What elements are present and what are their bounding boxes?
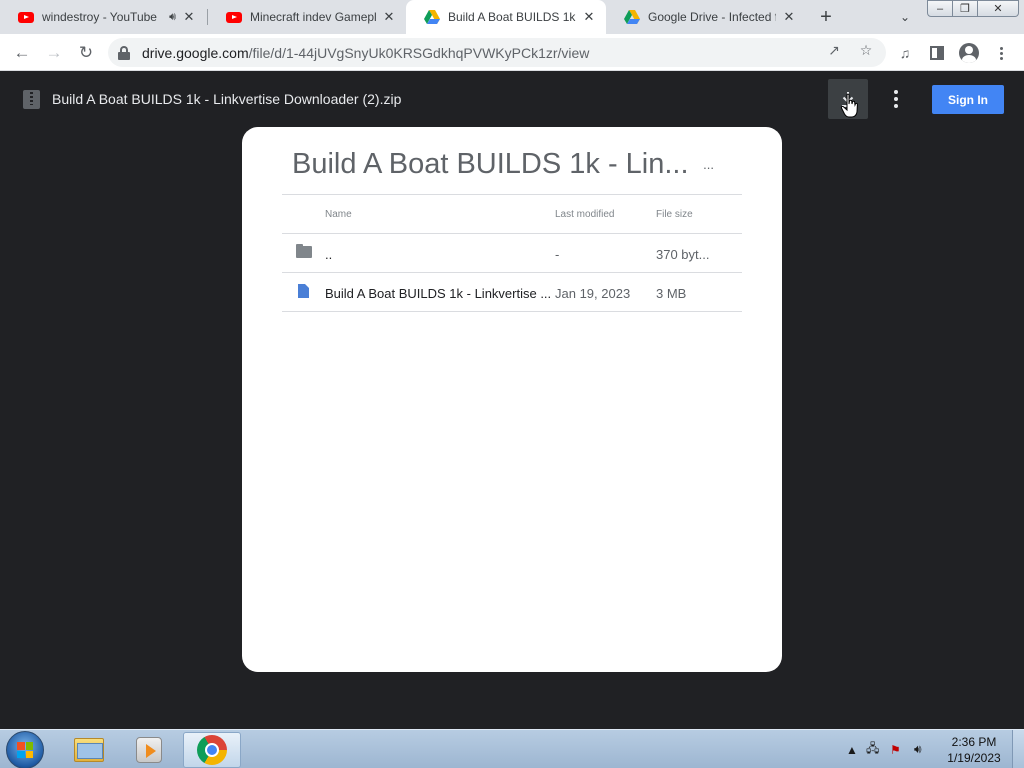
row-name: Build A Boat BUILDS 1k - Linkvertise ... [325,286,552,301]
taskbar-chrome[interactable] [183,732,241,768]
youtube-icon [226,11,242,23]
archive-title: Build A Boat BUILDS 1k - Lin... [292,148,689,180]
lock-icon[interactable] [118,45,130,60]
side-panel-icon[interactable] [926,42,948,64]
tab-search-chevron-icon[interactable]: ⌄ [893,5,917,29]
forward-arrow-icon[interactable]: → [40,39,68,67]
tab-close-icon[interactable]: ✕ [580,8,598,26]
bookmark-star-icon[interactable]: ☆ [856,40,876,60]
tab-title: windestroy - YouTube [42,10,157,24]
browser-toolbar: ← → ↻ drive.google.com/file/d/1-44jUVgSn… [0,34,1024,71]
row-modified: - [555,247,560,262]
table-row-parent-folder[interactable]: .. - 370 byt... [282,234,742,273]
table-row-file[interactable]: Build A Boat BUILDS 1k - Linkvertise ...… [282,273,742,312]
windows-logo-icon [17,742,33,758]
tab-title: Build A Boat BUILDS 1k - [448,10,576,24]
action-center-flag-icon[interactable]: ⚑ [890,730,901,768]
tab-google-drive-infected[interactable]: Google Drive - Infected f ✕ [606,0,806,34]
file-title: Build A Boat BUILDS 1k - Linkvertise Dow… [52,91,402,107]
tray-overflow-icon[interactable]: ▲ [846,730,858,768]
tab-close-icon[interactable]: ✕ [780,8,798,26]
start-button[interactable] [6,731,44,768]
address-bar[interactable]: drive.google.com/file/d/1-44jUVgSnyUk0KR… [108,38,886,67]
file-explorer-icon [74,738,104,762]
google-drive-icon [624,10,640,24]
url-text[interactable]: drive.google.com/file/d/1-44jUVgSnyUk0KR… [142,45,589,61]
row-size: 3 MB [656,286,687,301]
share-icon[interactable]: ↗ [824,40,844,60]
table-header: Name Last modified File size [282,195,742,234]
taskbar-media-player[interactable] [120,732,178,768]
url-host: drive.google.com [142,44,249,61]
tab-title: Google Drive - Infected f [648,10,776,24]
sign-in-button[interactable]: Sign In [932,85,1004,114]
more-options-icon[interactable] [884,85,908,113]
reload-icon[interactable]: ↻ [72,39,100,67]
volume-icon[interactable]: 🔊︎ [914,730,922,768]
archive-preview-card: Build A Boat BUILDS 1k - Lin... ... Name… [242,127,782,672]
media-control-icon[interactable]: ♫ [894,42,916,64]
taskbar-file-explorer[interactable] [60,732,118,768]
google-drive-icon [424,10,440,24]
back-arrow-icon[interactable]: ← [8,39,36,67]
hand-cursor-icon [840,93,858,118]
window-close-button[interactable]: ✕ [977,0,1019,17]
column-header-name[interactable]: Name [325,209,352,220]
window-minimize-button[interactable]: – [927,0,953,17]
show-desktop-button[interactable] [1012,730,1024,768]
new-tab-button[interactable]: + [814,5,838,29]
folder-icon [296,244,312,258]
column-header-modified[interactable]: Last modified [555,209,614,220]
clock-date: 1/19/2023 [947,751,1001,765]
browser-menu-icon[interactable] [990,42,1012,64]
tab-strip: windestroy - YouTube 🔊︎ ✕ Minecraft inde… [0,0,1024,34]
windows-taskbar: ▲ 🖧︎ ⚑ 🔊︎ 2:36 PM 1/19/2023 [0,729,1024,768]
tab-title: Minecraft indev Gamepla [250,10,376,24]
system-clock[interactable]: 2:36 PM 1/19/2023 [944,734,1004,766]
chrome-icon [197,735,227,765]
column-header-size[interactable]: File size [656,209,693,220]
url-path: /file/d/1-44jUVgSnyUk0KRSGdkhqPVWKyPCk1z… [248,44,590,61]
tab-close-icon[interactable]: ✕ [180,8,198,26]
archive-title-more[interactable]: ... [703,157,714,172]
viewer-header: Build A Boat BUILDS 1k - Linkvertise Dow… [0,71,1024,127]
network-icon[interactable]: 🖧︎ [866,730,879,768]
tab-build-a-boat[interactable]: Build A Boat BUILDS 1k - ✕ [406,0,606,34]
speaker-icon[interactable]: 🔊︎ [169,11,176,24]
window-maximize-button[interactable]: ❐ [952,0,978,17]
archive-title-row: Build A Boat BUILDS 1k - Lin... ... [282,127,742,195]
row-size: 370 byt... [656,247,710,262]
row-name: .. [325,247,333,262]
tab-windestroy-youtube[interactable]: windestroy - YouTube 🔊︎ ✕ [0,0,206,34]
tab-minecraft-indev[interactable]: Minecraft indev Gamepla ✕ [208,0,406,34]
clock-time: 2:36 PM [951,735,997,749]
youtube-icon [18,11,34,23]
document-icon [298,284,309,298]
tab-close-icon[interactable]: ✕ [380,8,398,26]
profile-avatar-icon[interactable] [958,42,980,64]
media-player-icon [136,737,162,763]
row-modified: Jan 19, 2023 [555,286,631,301]
zip-file-icon [23,90,40,109]
archive-file-table: Name Last modified File size .. - 370 by… [282,195,742,312]
